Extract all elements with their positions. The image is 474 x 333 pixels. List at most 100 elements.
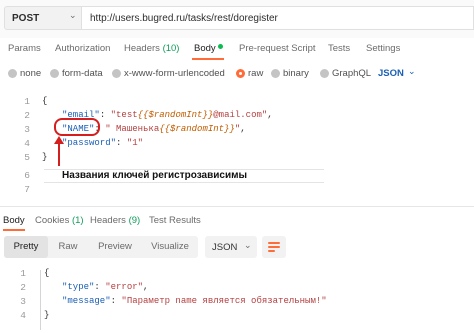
tab-label: Tests: [328, 43, 351, 54]
tab-label: Authorization: [55, 43, 111, 54]
tab-count: (9): [128, 215, 141, 226]
code-token: }: [42, 152, 48, 162]
json-key: "type": [62, 282, 95, 292]
response-line-2: "type": "error",: [62, 282, 149, 292]
body-type-selector: none form-data x-www-form-urlencoded raw…: [0, 62, 474, 84]
wrap-icon-bar: [268, 250, 275, 252]
radio-binary[interactable]: [271, 69, 280, 78]
active-tab-indicator: [192, 58, 224, 60]
tab-count: (10): [162, 43, 180, 54]
body-format-select[interactable]: JSON: [378, 68, 404, 79]
url-text: http://users.bugred.ru/tasks/rest/doregi…: [90, 13, 278, 24]
code-token: ,: [240, 124, 246, 134]
json-string: "1": [126, 138, 144, 148]
response-line-1: {: [44, 268, 49, 278]
view-raw-button[interactable]: Raw: [50, 236, 86, 258]
line-number: 7: [24, 184, 30, 195]
tab-label: Test Results: [149, 215, 201, 226]
tab-headers[interactable]: Headers (10): [124, 43, 179, 54]
tab-label: Headers: [124, 43, 160, 54]
line-number: 4: [24, 138, 30, 149]
chevron-down-icon: ⌄: [244, 240, 252, 250]
wrap-icon-bar: [268, 246, 280, 248]
active-tab-indicator: [3, 229, 25, 231]
tab-label: Body: [3, 215, 25, 226]
tab-label: Body: [194, 43, 216, 54]
format-label: JSON: [212, 242, 238, 253]
response-tab-body[interactable]: Body: [3, 215, 25, 226]
radio-graphql[interactable]: [320, 69, 329, 78]
wrap-icon: [268, 242, 280, 244]
code-token: {: [42, 96, 48, 106]
response-tab-test-results[interactable]: Test Results: [149, 215, 201, 226]
line-number: 1: [20, 268, 26, 279]
radio-label-graphql: GraphQL: [332, 68, 372, 79]
tab-settings[interactable]: Settings: [366, 43, 400, 54]
line-number: 6: [24, 170, 30, 181]
chevron-down-icon: ⌄: [69, 10, 77, 20]
wrap-lines-button[interactable]: [262, 236, 286, 258]
tab-label: Settings: [366, 43, 401, 54]
radio-none[interactable]: [8, 69, 17, 78]
view-pretty-button[interactable]: Pretty: [4, 236, 48, 258]
json-string: "test: [110, 110, 138, 120]
code-token: }: [44, 310, 50, 320]
response-view-toolbar: Pretty Raw Preview Visualize JSON ⌄: [0, 236, 474, 260]
tab-authorization[interactable]: Authorization: [55, 43, 110, 54]
chevron-down-icon: ⌄: [408, 66, 416, 76]
line-number: 2: [20, 282, 26, 293]
radio-raw[interactable]: [236, 69, 245, 78]
line-number: 1: [24, 96, 30, 107]
tab-pre-request-script[interactable]: Pre-request Script: [239, 43, 316, 54]
tab-label: Headers: [90, 215, 126, 226]
url-input[interactable]: http://users.bugred.ru/tasks/rest/doregi…: [82, 6, 474, 30]
radio-label-raw: raw: [248, 68, 264, 79]
variable-token: {{$randomInt}}: [159, 124, 235, 134]
response-line-3: "message": "Параметр name является обяза…: [62, 296, 327, 306]
json-string: "error": [105, 282, 144, 292]
radio-label-form-data: form-data: [62, 68, 103, 79]
method-label: POST: [12, 13, 40, 24]
annotation-text: Названия ключей регистрозависимы: [62, 170, 248, 181]
tab-label: Pre-request Script: [239, 43, 316, 54]
response-tab-cookies[interactable]: Cookies (1): [35, 215, 84, 226]
line-number: 5: [24, 152, 30, 163]
tab-label: Params: [8, 43, 41, 54]
request-tabs: Params Authorization Headers (10) Body P…: [0, 38, 474, 60]
fold-guide: [40, 270, 45, 330]
line-number: 3: [20, 296, 26, 307]
request-bar: POST ⌄ http://users.bugred.ru/tasks/rest…: [0, 0, 474, 38]
tab-body[interactable]: Body: [194, 43, 223, 54]
view-visualize-button[interactable]: Visualize: [144, 236, 196, 258]
json-string: "Параметр name является обязательным!": [121, 296, 327, 306]
radio-x-www-form-urlencoded[interactable]: [112, 69, 121, 78]
code-token: :: [99, 110, 111, 120]
json-key: "message": [62, 296, 111, 306]
json-key: "password": [62, 138, 117, 148]
response-tab-headers[interactable]: Headers (9): [90, 215, 140, 226]
code-token: {: [44, 268, 50, 278]
line-number: 3: [24, 124, 30, 135]
radio-form-data[interactable]: [50, 69, 59, 78]
response-format-select[interactable]: JSON ⌄: [205, 236, 257, 258]
annotation-arrow: [58, 140, 60, 166]
code-line-1: {: [42, 96, 47, 106]
response-line-4: }: [44, 310, 49, 320]
tab-params[interactable]: Params: [8, 43, 41, 54]
code-token: :: [116, 138, 127, 148]
json-string: @mail.com": [213, 110, 268, 120]
key-highlight-circle: [54, 118, 100, 136]
tab-label: Cookies: [35, 215, 70, 226]
method-select[interactable]: POST ⌄: [4, 6, 82, 30]
code-token: ,: [267, 110, 273, 120]
response-body[interactable]: 1 2 3 4 { "type": "error", "message": "П…: [0, 266, 474, 333]
tab-count: (1): [71, 215, 84, 226]
radio-label-binary: binary: [283, 68, 309, 79]
variable-token: {{$randomInt}}: [137, 110, 214, 120]
view-preview-button[interactable]: Preview: [90, 236, 140, 258]
response-tabs: Body Cookies (1) Headers (9) Test Result…: [0, 207, 474, 229]
tab-tests[interactable]: Tests: [328, 43, 350, 54]
line-number: 4: [20, 310, 26, 321]
radio-label-urlencoded: x-www-form-urlencoded: [124, 68, 225, 79]
radio-label-none: none: [20, 68, 42, 79]
